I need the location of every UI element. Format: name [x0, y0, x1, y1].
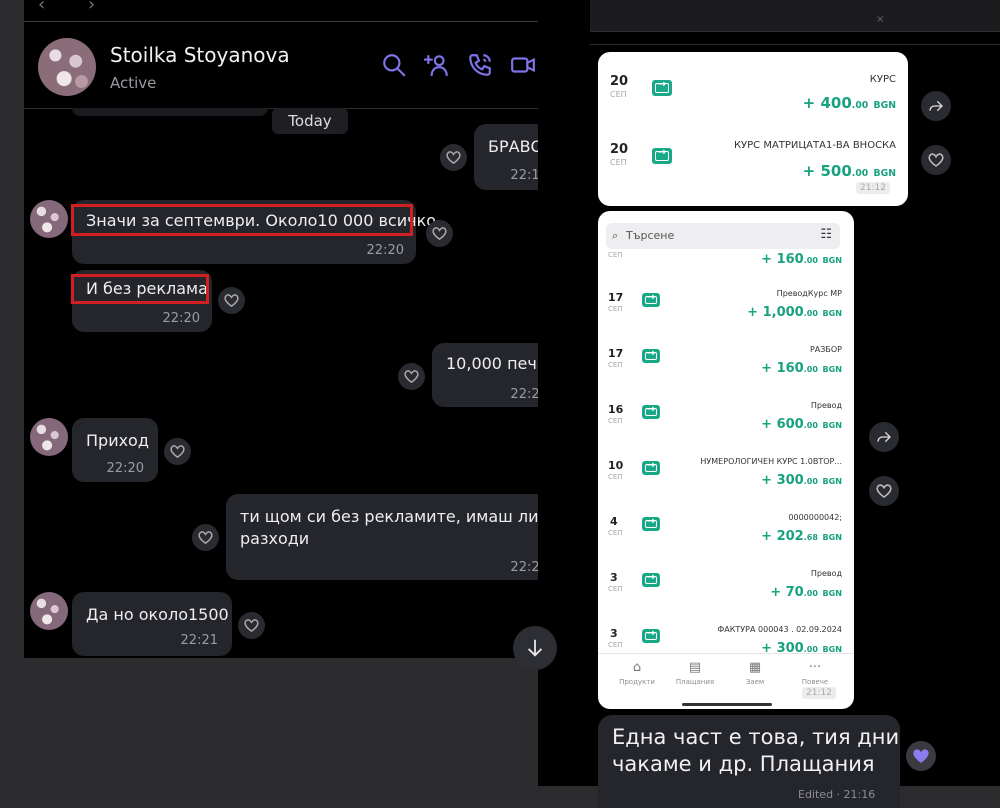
react-heart-icon[interactable]: [398, 363, 425, 390]
sender-avatar[interactable]: [30, 418, 68, 456]
contact-name[interactable]: Stoilka Stoyanova: [110, 43, 290, 67]
sender-avatar[interactable]: [30, 592, 68, 630]
more-icon: ···: [808, 660, 822, 675]
forward-arrow-icon[interactable]: ›: [88, 0, 95, 15]
highlight-box: [71, 274, 209, 304]
search-icon: ⌕: [612, 229, 619, 242]
window-top-strip: ‹ ›: [24, 0, 589, 22]
message-text-line2: разходи: [240, 529, 310, 548]
message-bubble-incoming[interactable]: Приход 22:20: [72, 418, 158, 482]
transfer-icon: [642, 292, 660, 307]
nav-loan[interactable]: ▦ Заем: [730, 660, 780, 686]
filter-icon[interactable]: ☷: [820, 227, 832, 242]
transfer-icon: [642, 348, 660, 363]
right-top-bar: ×: [590, 0, 1000, 32]
react-heart-icon[interactable]: [426, 220, 453, 247]
search-icon[interactable]: [380, 51, 407, 78]
chat-header: Stoilka Stoyanova Active: [24, 23, 589, 109]
home-icon: ⌂: [632, 660, 642, 675]
message-text-line1: ти щом си без рекламите, имаш ли други: [240, 507, 589, 526]
message-bubble-incoming[interactable]: Да но около1500 22:21: [72, 592, 232, 656]
message-bubble-incoming-large[interactable]: Една част е това, тия дни чакаме и др. П…: [598, 715, 900, 808]
react-heart-icon[interactable]: [192, 524, 219, 551]
chat-panel: ‹ › Stoilka Stoyanova Active Today БРАВО…: [24, 0, 589, 658]
highlight-box: [71, 204, 413, 236]
transfer-icon: [642, 516, 660, 531]
bank-screenshot-card-list[interactable]: ⌕ Търсене ☷ СЕП + 160.00 BGN 17 СЕП Прев…: [598, 211, 854, 709]
transfer-icon: [642, 460, 660, 475]
transfer-icon: [652, 79, 672, 96]
time-badge: 21:12: [856, 182, 890, 194]
add-participant-icon[interactable]: [423, 51, 450, 78]
nav-payments[interactable]: ▤ Плащания: [670, 660, 720, 686]
message-time: 22:20: [366, 243, 404, 258]
message-text: Една част е това, тия дни чакаме и др. П…: [612, 725, 900, 776]
video-call-icon[interactable]: [509, 51, 536, 78]
message-text: Приход: [86, 431, 149, 450]
react-heart-icon[interactable]: [921, 145, 951, 175]
home-indicator: [682, 703, 772, 706]
previous-message-edge: [72, 108, 268, 116]
nav-products[interactable]: ⌂ Продукти: [612, 660, 662, 686]
transfer-icon: [642, 404, 660, 419]
sender-avatar[interactable]: [30, 200, 68, 238]
back-arrow-icon[interactable]: ‹: [38, 0, 45, 15]
payments-icon: ▤: [688, 660, 702, 675]
react-heart-icon[interactable]: [218, 287, 245, 314]
search-input[interactable]: ⌕ Търсене ☷: [606, 223, 840, 249]
message-text: Да но около1500: [86, 605, 229, 624]
nav-more[interactable]: ··· Повече: [790, 660, 840, 686]
react-heart-icon[interactable]: [164, 438, 191, 465]
bank-screenshot-card-top[interactable]: 20 СЕП КУРС + 400.00 BGN 20 СЕП КУРС МАТ…: [598, 52, 908, 206]
react-heart-icon[interactable]: [238, 612, 265, 639]
react-heart-icon[interactable]: [440, 144, 467, 171]
voice-call-icon[interactable]: [466, 51, 493, 78]
forward-icon[interactable]: [921, 91, 951, 121]
message-time: 22:20: [106, 461, 144, 476]
message-time: 22:20: [162, 311, 200, 326]
react-heart-icon[interactable]: [869, 476, 899, 506]
divider: [590, 44, 1000, 45]
contact-status: Active: [110, 74, 157, 92]
transfer-icon: [642, 628, 660, 643]
loan-icon: ▦: [748, 660, 762, 675]
message-bubble-outgoing[interactable]: ти щом си без рекламите, имаш ли други р…: [226, 494, 589, 580]
time-badge: 21:12: [802, 687, 836, 699]
message-time: 22:21: [180, 633, 218, 648]
transfer-icon: [642, 572, 660, 587]
contact-avatar[interactable]: [38, 38, 96, 96]
close-icon[interactable]: ×: [876, 14, 884, 25]
reacted-heart-icon[interactable]: [906, 741, 936, 771]
transfer-icon: [652, 147, 672, 164]
day-separator: Today: [272, 108, 348, 134]
edited-label: Edited · 21:16: [798, 788, 876, 801]
scroll-down-button[interactable]: [513, 626, 557, 670]
forward-icon[interactable]: [869, 422, 899, 452]
arrow-down-icon: [527, 639, 543, 657]
